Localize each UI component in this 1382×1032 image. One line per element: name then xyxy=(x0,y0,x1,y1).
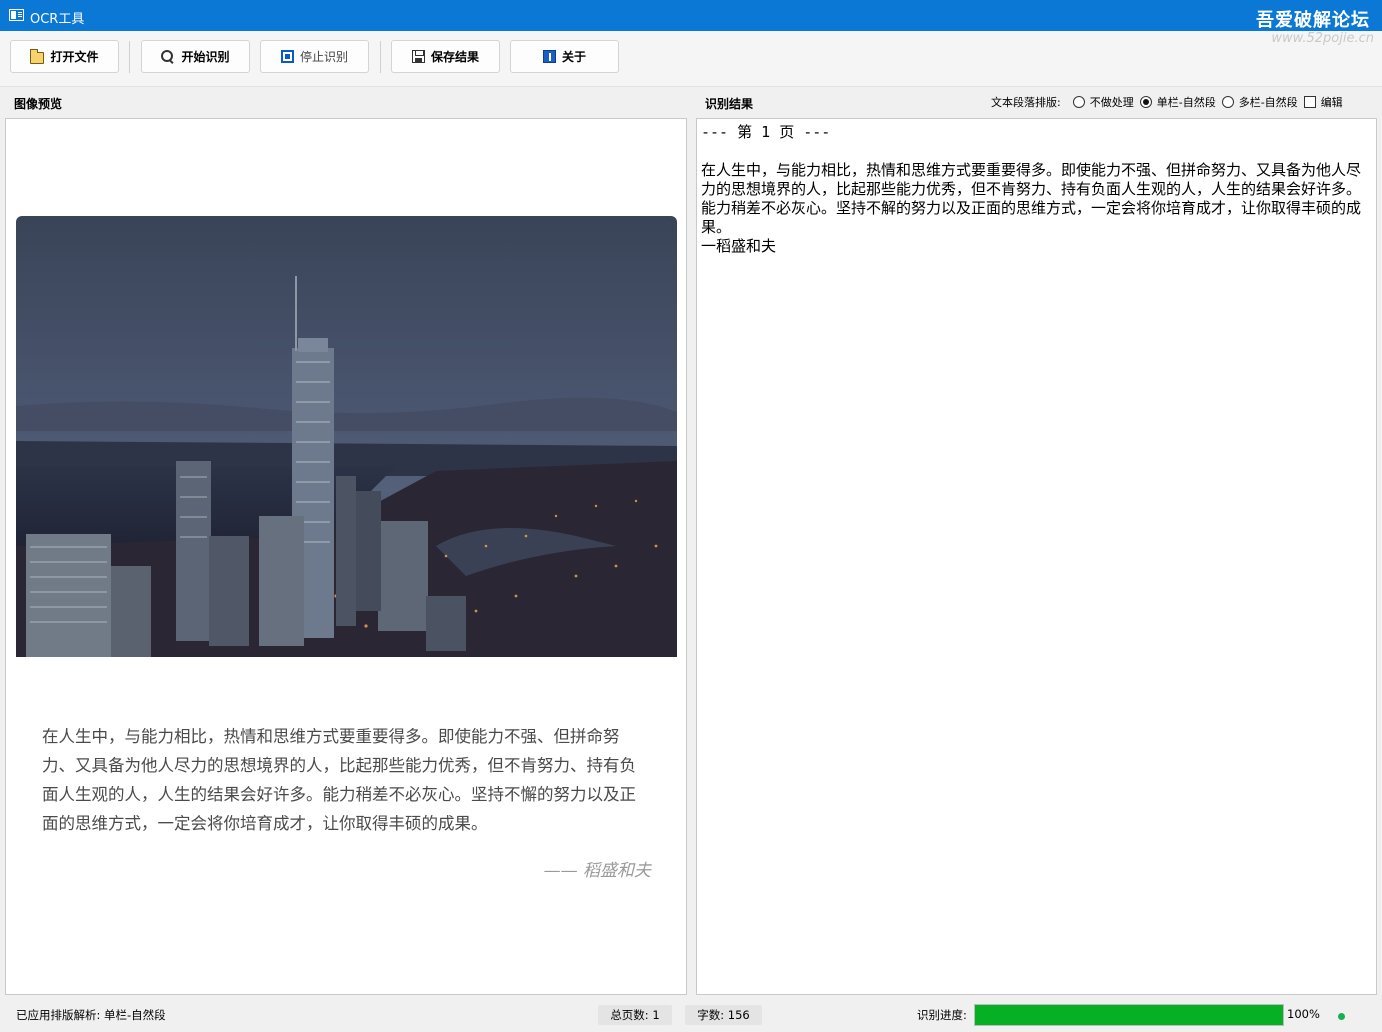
start-ocr-label: 开始识别 xyxy=(181,50,230,64)
save-result-label: 保存结果 xyxy=(430,50,479,64)
stop-ocr-label: 停止识别 xyxy=(299,50,348,64)
save-result-button[interactable]: 保存结果 xyxy=(391,40,500,73)
app-icon xyxy=(9,9,24,21)
layout-option-single[interactable]: 单栏-自然段 xyxy=(1139,94,1216,110)
window-title: OCR工具 xyxy=(30,12,85,27)
start-ocr-button[interactable]: 开始识别 xyxy=(141,40,250,73)
open-file-button[interactable]: 打开文件 xyxy=(10,40,119,73)
edit-checkbox[interactable] xyxy=(1303,96,1316,108)
info-icon xyxy=(542,50,556,63)
open-file-label: 打开文件 xyxy=(50,50,99,64)
status-indicator-dot xyxy=(1338,1013,1345,1020)
result-section-label: 识别结果 xyxy=(705,97,754,111)
save-icon xyxy=(411,50,425,63)
toolbar-separator xyxy=(129,41,130,73)
title-bar: OCR工具 吾爱破解论坛 xyxy=(0,0,1382,31)
ocr-result-text[interactable]: --- 第 1 页 --- 在人生中，与能力相比，热情和思维方式要重要得多。即使… xyxy=(701,123,1363,256)
edit-toggle[interactable]: 编辑 xyxy=(1303,94,1343,110)
stop-ocr-button[interactable]: 停止识别 xyxy=(260,40,369,73)
preview-photo xyxy=(16,216,677,657)
progress-percent: 100% xyxy=(1287,1007,1320,1021)
image-preview-pane[interactable]: 在人生中，与能力相比，热情和思维方式要重要得多。即使能力不强、但拼命努力、又具备… xyxy=(5,118,687,995)
toolbar: www.52pojie.cn 打开文件 开始识别 停止识别 保存结果 关于 xyxy=(0,31,1382,87)
status-char-count: 字数: 156 xyxy=(685,1005,762,1025)
progress-bar xyxy=(974,1004,1284,1026)
folder-icon xyxy=(30,48,45,64)
about-label: 关于 xyxy=(561,50,586,64)
preview-quote-text: 在人生中，与能力相比，热情和思维方式要重要得多。即使能力不强、但拼命努力、又具备… xyxy=(42,727,636,833)
preview-section-label: 图像预览 xyxy=(14,97,63,111)
watermark-text: 吾爱破解论坛 xyxy=(1256,10,1370,31)
radio-multi[interactable] xyxy=(1221,96,1234,108)
about-button[interactable]: 关于 xyxy=(510,40,619,73)
ocr-result-pane[interactable]: --- 第 1 页 --- 在人生中，与能力相比，热情和思维方式要重要得多。即使… xyxy=(696,118,1377,995)
layout-option-none[interactable]: 不做处理 xyxy=(1072,94,1134,110)
radio-single[interactable] xyxy=(1139,96,1152,108)
radio-none[interactable] xyxy=(1072,96,1085,108)
stop-icon xyxy=(280,50,294,63)
layout-options: 文本段落排版: 不做处理 单栏-自然段 多栏-自然段 编辑 xyxy=(991,94,1343,110)
status-total-pages: 总页数: 1 xyxy=(598,1005,672,1025)
search-icon xyxy=(161,49,175,64)
progress-label: 识别进度: xyxy=(917,1008,967,1022)
status-layout-applied: 已应用排版解析: 单栏-自然段 xyxy=(16,1008,166,1022)
watermark-url: www.52pojie.cn xyxy=(1271,31,1374,46)
layout-options-label: 文本段落排版: xyxy=(991,96,1061,109)
toolbar-separator xyxy=(380,41,381,73)
progress-fill xyxy=(975,1005,1283,1025)
layout-option-multi[interactable]: 多栏-自然段 xyxy=(1221,94,1298,110)
preview-quote-author: —— 稻盛和夫 xyxy=(543,861,651,881)
